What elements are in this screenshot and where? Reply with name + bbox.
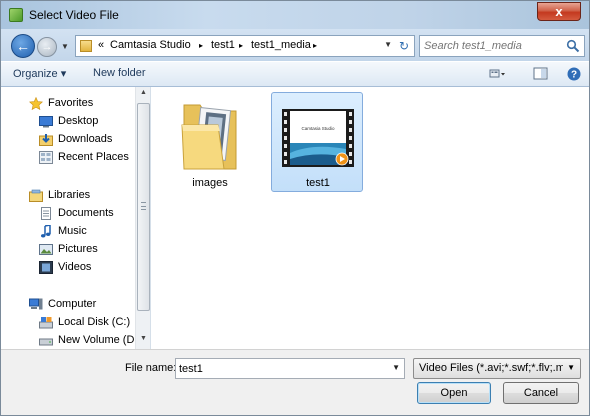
new-folder-button[interactable]: New folder <box>93 67 146 79</box>
navigation-bar: ← → ▼ « Camtasia Studio ▸ test1 ▸ test1_… <box>1 29 589 61</box>
downloads-icon <box>39 134 53 146</box>
breadcrumb-camtasia-studio[interactable]: Camtasia Studio <box>110 39 191 51</box>
desktop-icon <box>39 116 53 128</box>
search-icon[interactable] <box>566 39 580 53</box>
folder-icon <box>80 40 92 52</box>
change-view-icon[interactable] <box>489 67 505 81</box>
file-name-combobox[interactable]: ▼ <box>175 358 405 379</box>
preview-pane-icon[interactable] <box>533 67 549 81</box>
file-type-select[interactable]: Video Files (*.avi;*.swf;*.flv;.mp ▼ <box>413 358 581 379</box>
chevron-down-icon[interactable]: ▼ <box>392 363 400 372</box>
breadcrumb-test1[interactable]: test1 <box>211 39 235 51</box>
breadcrumb-separator-icon[interactable]: ▸ <box>199 41 203 50</box>
chevron-down-icon[interactable]: ▼ <box>567 363 575 372</box>
back-button[interactable]: ← <box>11 34 35 58</box>
computer-icon <box>29 298 43 310</box>
file-list: images Camtasia Studio test1 <box>152 87 589 349</box>
refresh-icon[interactable]: ↻ <box>396 38 412 54</box>
folder-icon <box>181 104 237 170</box>
address-bar[interactable]: « Camtasia Studio ▸ test1 ▸ test1_media … <box>75 35 415 57</box>
filename-area: File name: ▼ Video Files (*.avi;*.swf;*.… <box>1 349 589 415</box>
window-title: Select Video File <box>29 8 119 22</box>
scroll-up-icon[interactable]: ▲ <box>138 89 149 101</box>
breadcrumb-separator-icon[interactable]: ▸ <box>313 41 317 50</box>
help-icon[interactable]: ? <box>566 67 582 81</box>
video-thumbnail: Camtasia Studio <box>282 109 354 167</box>
search-box[interactable] <box>419 35 585 57</box>
cancel-button[interactable]: Cancel <box>503 382 579 404</box>
breadcrumb-separator-icon[interactable]: ▸ <box>239 41 243 50</box>
pictures-icon <box>39 244 53 255</box>
thumbnail-caption: Camtasia Studio <box>301 126 335 131</box>
back-arrow-icon: ← <box>16 38 30 54</box>
address-dropdown-icon[interactable]: ▼ <box>384 40 392 49</box>
organize-button[interactable]: Organize ▾ <box>13 67 66 80</box>
breadcrumb-test1-media[interactable]: test1_media <box>251 39 311 51</box>
scroll-thumb[interactable] <box>137 103 150 311</box>
file-name-label: File name: <box>125 362 177 374</box>
search-input[interactable] <box>424 38 564 54</box>
file-type-value: Video Files (*.avi;*.swf;*.flv;.mp <box>419 362 563 374</box>
documents-icon <box>41 207 51 220</box>
forward-button[interactable]: → <box>37 37 57 57</box>
select-video-file-dialog: Select Video File x ← → ▼ « Camtasia Stu… <box>0 0 590 416</box>
forward-arrow-icon: → <box>41 41 53 53</box>
file-name: test1 <box>306 177 330 189</box>
svg-text:?: ? <box>571 70 577 81</box>
app-icon <box>9 8 23 22</box>
file-item-test1[interactable]: Camtasia Studio test1 <box>271 92 363 192</box>
file-item-images[interactable]: images <box>164 93 256 193</box>
grip-icon <box>141 202 146 210</box>
drive-icon <box>39 338 53 346</box>
local-disk-icon <box>39 317 53 329</box>
close-button[interactable]: x <box>537 2 581 21</box>
file-name: images <box>192 177 228 189</box>
scroll-down-icon[interactable]: ▼ <box>138 335 149 347</box>
command-bar: Organize ▾ New folder ? <box>1 61 589 87</box>
recent-places-icon <box>39 151 53 164</box>
title-bar[interactable]: Select Video File x <box>1 1 589 29</box>
navigation-pane: Favorites Desktop Downloads Recent Place… <box>1 87 151 349</box>
open-button[interactable]: Open <box>417 382 491 404</box>
breadcrumb-overflow[interactable]: « <box>98 39 104 51</box>
file-name-input[interactable] <box>179 361 379 376</box>
music-icon <box>41 225 51 238</box>
recent-locations-dropdown-icon[interactable]: ▼ <box>61 42 69 51</box>
star-icon <box>29 97 43 110</box>
libraries-icon <box>29 189 43 202</box>
nav-scrollbar[interactable]: ▲ ▼ <box>135 87 150 349</box>
videos-icon <box>39 261 53 274</box>
